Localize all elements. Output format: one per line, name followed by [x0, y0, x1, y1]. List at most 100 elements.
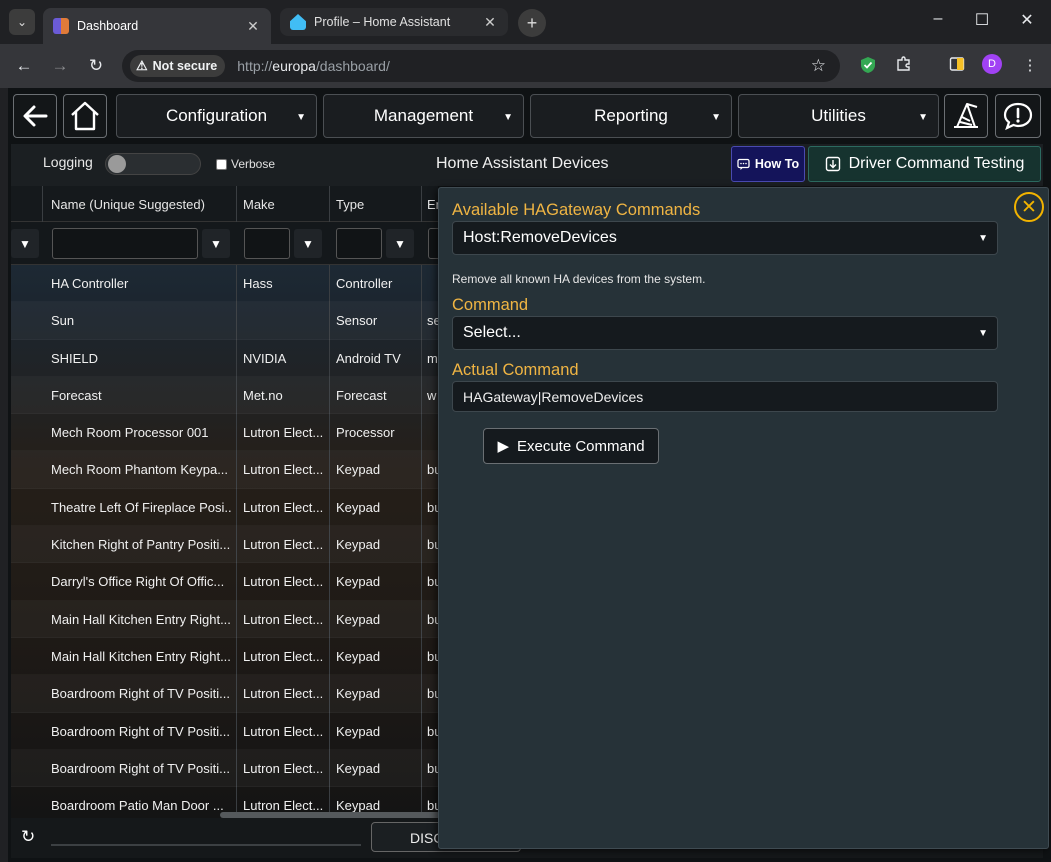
- driver-command-panel: ✕ Available HAGateway Commands Host:Remo…: [438, 187, 1049, 849]
- management-menu[interactable]: Management ▼: [323, 94, 524, 138]
- security-indicator[interactable]: ⚠ Not secure: [130, 55, 226, 77]
- progress-track: [51, 844, 361, 846]
- alerts-button[interactable]: [995, 94, 1041, 138]
- logging-toggle[interactable]: [105, 153, 201, 175]
- new-tab-button[interactable]: +: [518, 9, 546, 37]
- browser-back-button[interactable]: ←: [13, 56, 35, 76]
- cell-make: Lutron Elect...: [243, 723, 324, 739]
- browser-reload-button[interactable]: ↻: [85, 56, 107, 76]
- cell-entity: bu: [427, 499, 438, 515]
- window-close-button[interactable]: ✕: [1017, 10, 1037, 30]
- table-row[interactable]: Sun Sensor se: [11, 302, 438, 339]
- menu-label: Management: [373, 106, 474, 125]
- name-filter-input[interactable]: [52, 228, 198, 259]
- table-row[interactable]: Boardroom Right of TV Positi... Lutron El…: [11, 675, 438, 712]
- refresh-icon[interactable]: ↻: [21, 827, 35, 847]
- minimize-button[interactable]: –: [928, 10, 948, 28]
- bookmark-star-icon[interactable]: ☆: [811, 56, 826, 76]
- table-row[interactable]: HA Controller Hass Controller: [11, 265, 438, 302]
- menu-label: Utilities: [811, 106, 866, 125]
- cell-type: Keypad: [336, 760, 381, 776]
- gateway-commands-label: Available HAGateway Commands: [452, 201, 701, 219]
- table-row[interactable]: Kitchen Right of Pantry Positi... Lutron …: [11, 526, 438, 563]
- driver-command-testing-button[interactable]: Driver Command Testing: [808, 146, 1041, 182]
- configuration-menu[interactable]: Configuration ▼: [116, 94, 317, 138]
- column-divider: [42, 186, 43, 222]
- shield-extension-icon[interactable]: [857, 56, 879, 78]
- address-bar[interactable]: ⚠ Not secure http://europa/dashboard/ ☆: [122, 50, 840, 82]
- tab-profile[interactable]: Profile – Home Assistant ✕: [280, 8, 508, 36]
- table-row[interactable]: Main Hall Kitchen Entry Right... Lutron E…: [11, 601, 438, 638]
- cell-make: Lutron Elect...: [243, 499, 324, 515]
- how-to-label: How To: [754, 157, 800, 171]
- extensions-puzzle-icon[interactable]: [893, 56, 915, 76]
- cell-make: Lutron Elect...: [243, 686, 324, 702]
- table-row[interactable]: Mech Room Phantom Keypa... Lutron Elect..…: [11, 451, 438, 488]
- alert-bubble-icon: [1003, 102, 1033, 131]
- wizard-button[interactable]: [944, 94, 988, 138]
- cell-name: Boardroom Right of TV Positi...: [51, 686, 230, 702]
- toggle-knob: [108, 155, 126, 173]
- tab-search-button[interactable]: ⌄: [9, 9, 35, 35]
- table-row[interactable]: Forecast Met.no Forecast w: [11, 377, 438, 414]
- filter-button[interactable]: ▼: [294, 229, 322, 258]
- maximize-button[interactable]: ☐: [972, 10, 992, 30]
- execute-command-button[interactable]: ▶ Execute Command: [483, 428, 659, 464]
- type-filter-input[interactable]: [336, 228, 382, 259]
- download-box-icon: [825, 156, 840, 172]
- close-icon[interactable]: ✕: [482, 14, 498, 31]
- entity-filter-input[interactable]: [428, 228, 438, 259]
- cell-name: Boardroom Right of TV Positi...: [51, 723, 230, 739]
- table-row[interactable]: Boardroom Right of TV Positi... Lutron El…: [11, 750, 438, 787]
- cell-name: SHIELD: [51, 350, 98, 366]
- close-icon[interactable]: ✕: [245, 18, 261, 35]
- table-row[interactable]: Theatre Left Of Fireplace Posi... Lutron …: [11, 489, 438, 526]
- cell-make: Hass: [243, 276, 273, 291]
- make-filter-input[interactable]: [244, 228, 290, 259]
- caret-down-icon: ▼: [296, 112, 306, 123]
- table-row[interactable]: Main Hall Kitchen Entry Right... Lutron E…: [11, 638, 438, 675]
- filter-button[interactable]: ▼: [202, 229, 230, 258]
- filter-button[interactable]: ▼: [11, 229, 39, 258]
- tab-dashboard[interactable]: Dashboard ✕: [43, 8, 271, 44]
- cell-name: Sun: [51, 313, 75, 329]
- close-panel-button[interactable]: ✕: [1014, 192, 1044, 222]
- browser-forward-button[interactable]: →: [49, 56, 71, 76]
- utilities-menu[interactable]: Utilities ▼: [738, 94, 939, 138]
- gateway-commands-select[interactable]: Host:RemoveDevices ▼: [452, 221, 998, 255]
- devices-grid: Name (Unique Suggested) Make Type En ▼ ▼…: [11, 186, 438, 818]
- filter-icon: ▼: [210, 236, 222, 251]
- table-row[interactable]: Darryl's Office Right Of Offic... Lutron …: [11, 563, 438, 600]
- column-header-make[interactable]: Make: [243, 197, 275, 212]
- menu-label: Configuration: [165, 106, 268, 125]
- column-header-entity[interactable]: En: [427, 197, 438, 212]
- command-select[interactable]: Select... ▼: [452, 316, 998, 350]
- verbose-checkbox[interactable]: [216, 159, 227, 170]
- cell-entity: w: [427, 387, 437, 403]
- back-button[interactable]: [13, 94, 57, 138]
- cell-make: Lutron Elect...: [243, 611, 324, 627]
- filter-icon: ▼: [302, 236, 314, 251]
- browser-menu-icon[interactable]: ⋮: [1019, 56, 1041, 74]
- cell-type: Keypad: [336, 686, 381, 702]
- actual-command-input[interactable]: HAGateway|RemoveDevices: [452, 381, 998, 412]
- dashboard-favicon-icon: [53, 18, 69, 34]
- column-header-type[interactable]: Type: [336, 197, 364, 212]
- reporting-menu[interactable]: Reporting ▼: [530, 94, 732, 138]
- cell-name: Forecast: [51, 387, 102, 403]
- profile-avatar[interactable]: D: [982, 54, 1002, 74]
- actual-command-value: HAGateway|RemoveDevices: [463, 389, 644, 405]
- home-button[interactable]: [63, 94, 107, 138]
- table-row[interactable]: Mech Room Processor 001 Lutron Elect... Pr…: [11, 414, 438, 451]
- table-row[interactable]: Boardroom Right of TV Positi... Lutron El…: [11, 713, 438, 750]
- cell-type: Forecast: [336, 387, 387, 403]
- filter-button[interactable]: ▼: [386, 229, 414, 258]
- caret-down-icon: ▼: [711, 112, 721, 123]
- cell-entity: bu: [427, 537, 438, 553]
- side-panel-icon[interactable]: [946, 56, 968, 76]
- column-header-name[interactable]: Name (Unique Suggested): [51, 197, 205, 212]
- cell-entity: bu: [427, 686, 438, 702]
- cell-make: Met.no: [243, 387, 283, 403]
- how-to-button[interactable]: How To: [731, 146, 805, 182]
- table-row[interactable]: SHIELD NVIDIA Android TV m: [11, 340, 438, 377]
